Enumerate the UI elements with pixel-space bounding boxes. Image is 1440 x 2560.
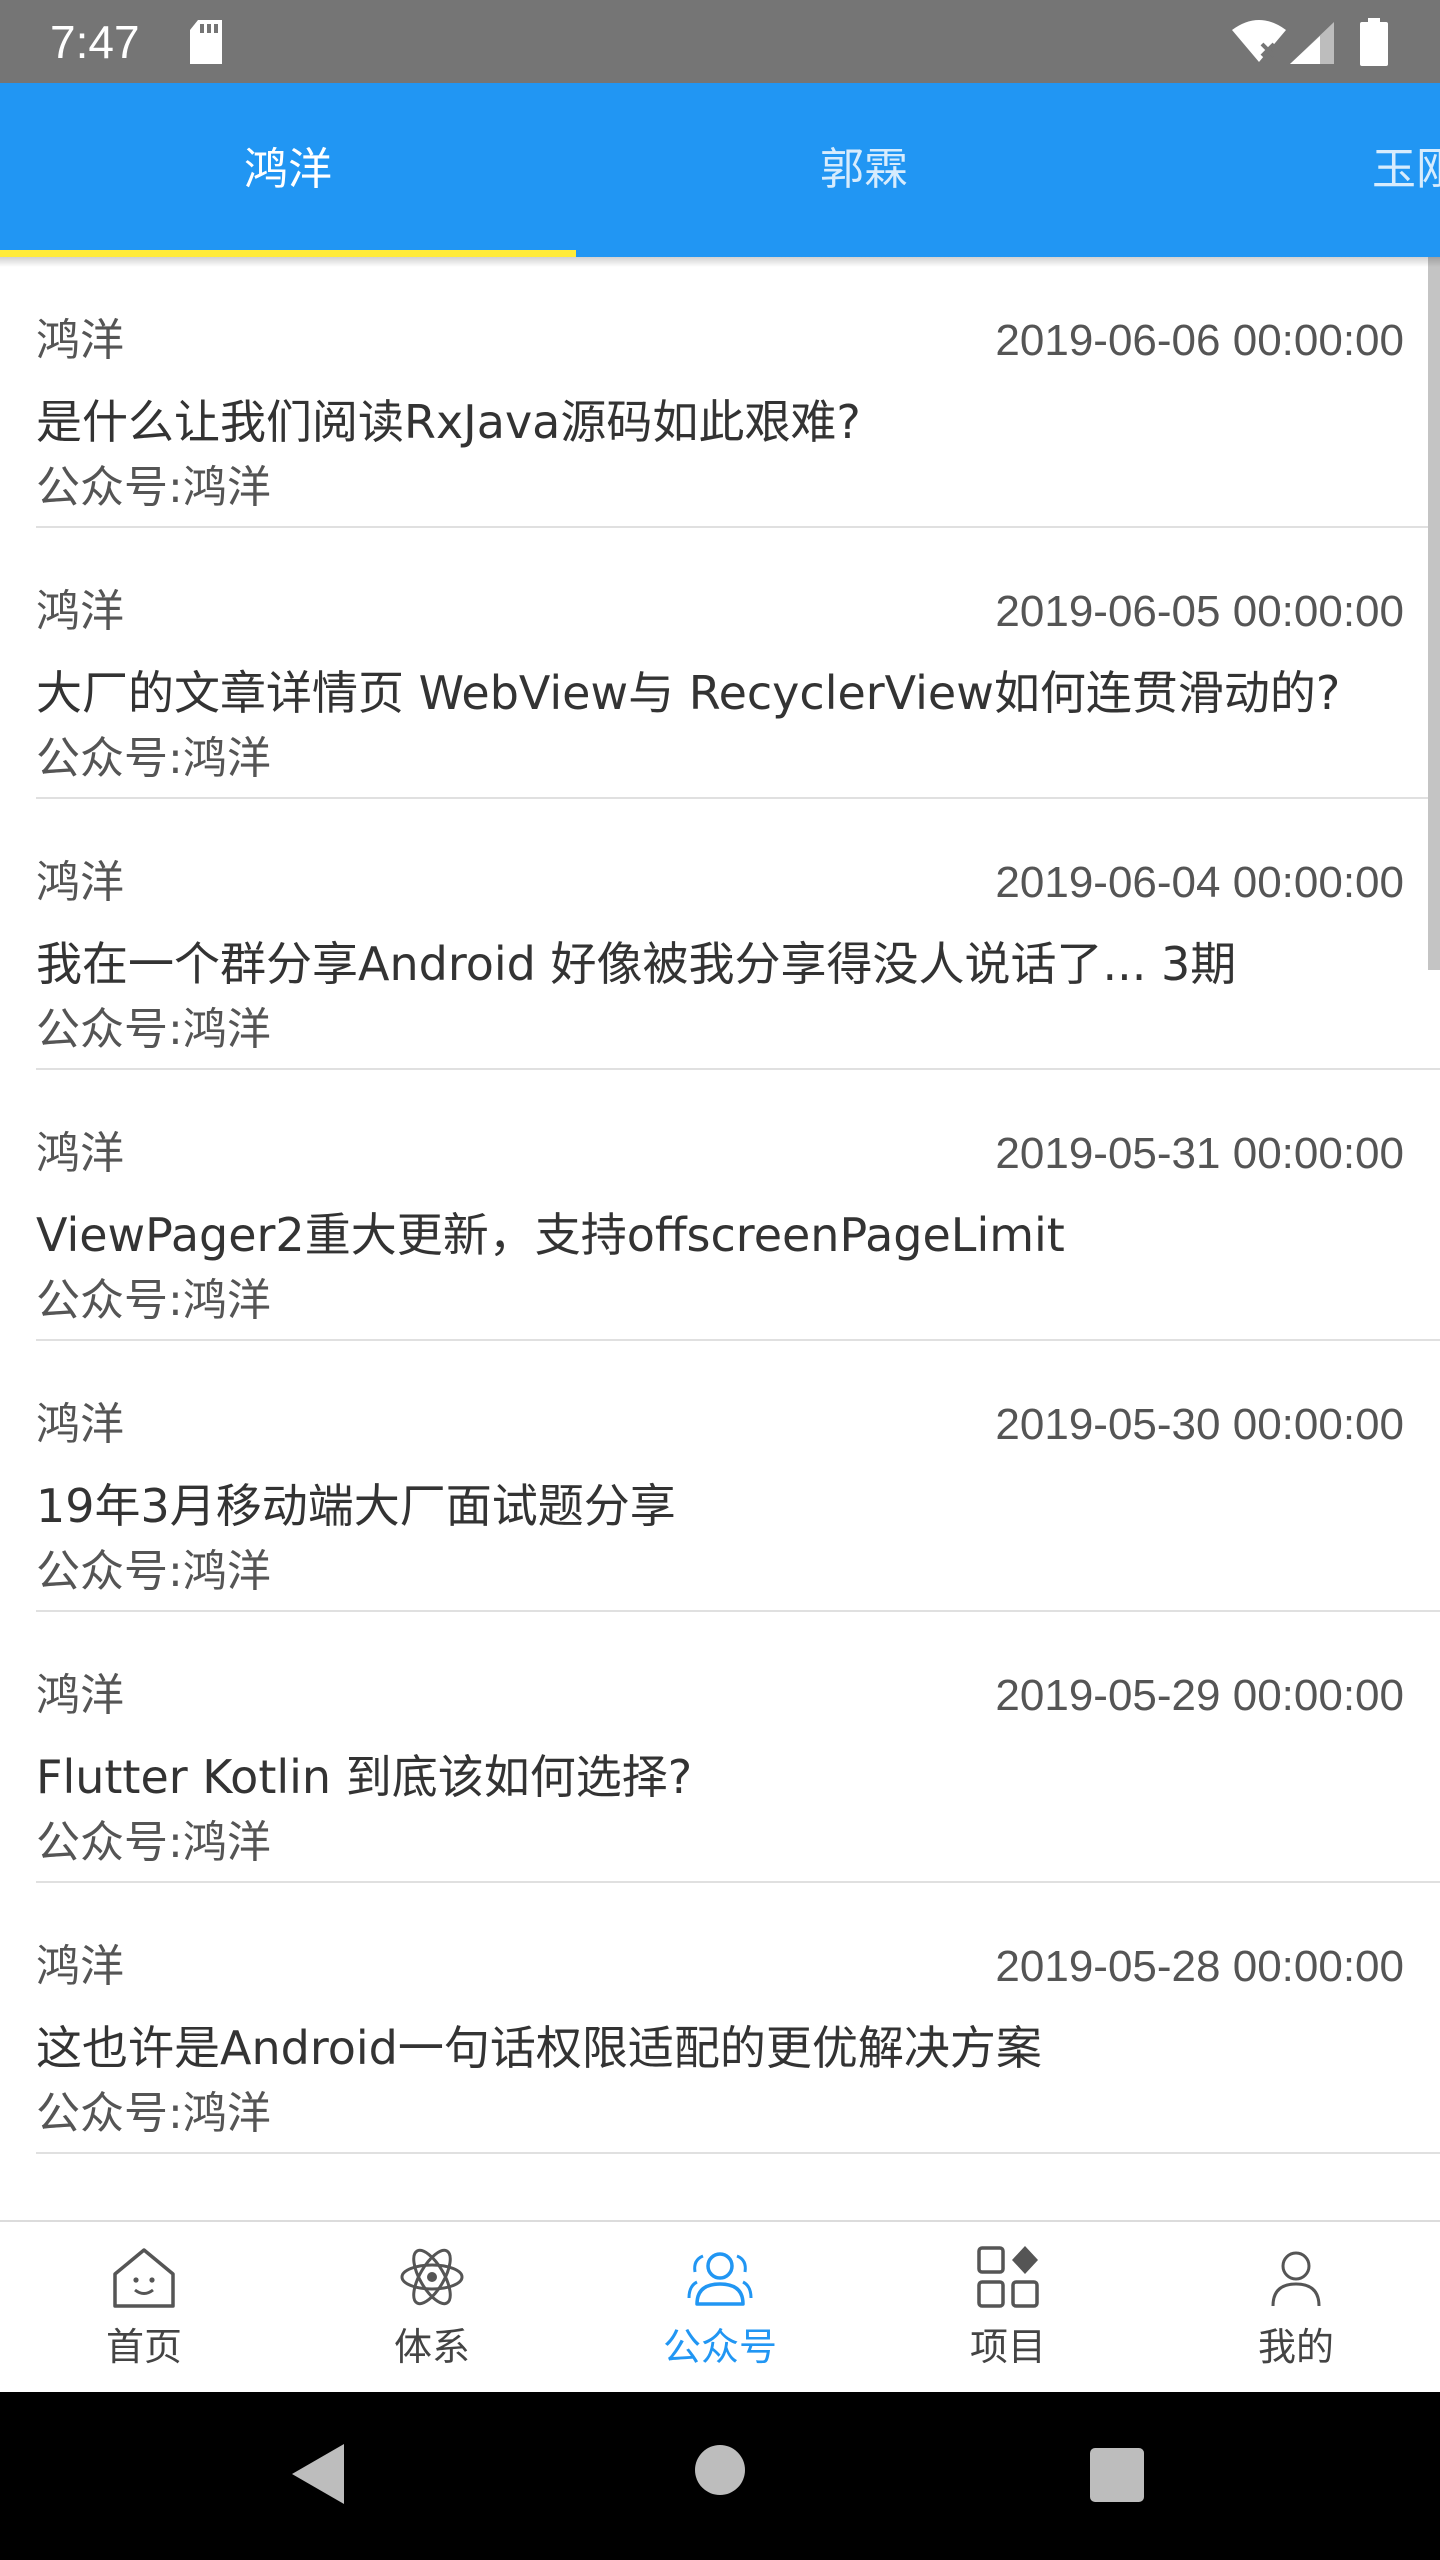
signal-icon (1290, 22, 1334, 64)
status-bar: 7:47 (0, 0, 1440, 83)
account-tab-bar: 鸿洋 郭霖 玉刚 (0, 83, 1440, 257)
article-source: 公众号:鸿洋 (36, 1275, 271, 1326)
article-author: 鸿洋 (36, 1941, 124, 1992)
people-icon (687, 2252, 753, 2306)
toolbar-shadow (0, 257, 1440, 267)
article-title: Flutter Kotlin 到底该如何选择? (36, 1750, 693, 1804)
nav-label: 体系 (393, 2325, 470, 2369)
article-title: 我在一个群分享Android 好像被我分享得没人说话了... 3期 (36, 937, 1237, 991)
article-title: 19年3月移动端大厂面试题分享 (36, 1479, 676, 1533)
article-author: 鸿洋 (36, 315, 124, 366)
list-item[interactable]: 鸿洋 2019-05-31 00:00:00 ViewPager2重大更新，支持… (0, 1070, 1440, 1341)
home-icon (113, 2248, 175, 2308)
atom-icon (400, 2248, 464, 2306)
article-author: 鸿洋 (36, 1399, 124, 1450)
article-title: 是什么让我们阅读RxJava源码如此艰难? (36, 395, 861, 449)
article-source: 公众号:鸿洋 (36, 462, 271, 513)
sd-card-icon (190, 20, 222, 64)
tab-guolin[interactable]: 郭霖 (576, 83, 1152, 257)
status-time: 7:47 (50, 16, 140, 68)
back-icon[interactable] (290, 2442, 346, 2506)
list-item[interactable]: 鸿洋 2019-05-28 00:00:00 这也许是Android一句话权限适… (0, 1883, 1440, 2154)
battery-icon (1360, 18, 1388, 66)
nav-official-accounts[interactable]: 公众号 (576, 2222, 864, 2394)
article-date: 2019-05-31 00:00:00 (995, 1129, 1404, 1178)
nav-label: 项目 (969, 2325, 1046, 2369)
list-item[interactable]: 鸿洋 2019-06-06 00:00:00 是什么让我们阅读RxJava源码如… (0, 257, 1440, 528)
divider (36, 2152, 1440, 2154)
article-list[interactable]: 鸿洋 2019-06-06 00:00:00 是什么让我们阅读RxJava源码如… (0, 257, 1440, 2220)
nav-home[interactable]: 首页 (0, 2222, 288, 2394)
article-source: 公众号:鸿洋 (36, 2088, 271, 2139)
article-source: 公众号:鸿洋 (36, 1546, 271, 1597)
nav-label: 首页 (105, 2325, 182, 2369)
article-source: 公众号:鸿洋 (36, 733, 271, 784)
list-item[interactable]: 鸿洋 2019-06-04 00:00:00 我在一个群分享Android 好像… (0, 799, 1440, 1070)
list-item[interactable]: 鸿洋 2019-05-30 00:00:00 19年3月移动端大厂面试题分享 公… (0, 1341, 1440, 1612)
article-title: ViewPager2重大更新，支持offscreenPageLimit (36, 1208, 1065, 1262)
list-item[interactable]: 鸿洋 2019-05-29 00:00:00 Flutter Kotlin 到底… (0, 1612, 1440, 1883)
home-circle-icon[interactable] (694, 2444, 746, 2496)
tab-indicator (0, 250, 576, 257)
article-date: 2019-05-28 00:00:00 (995, 1942, 1404, 1991)
article-date: 2019-05-30 00:00:00 (995, 1400, 1404, 1449)
system-navigation-bar (0, 2392, 1440, 2560)
tab-yugang[interactable]: 玉刚 (1152, 83, 1440, 257)
nav-projects[interactable]: 项目 (864, 2222, 1152, 2394)
article-author: 鸿洋 (36, 1670, 124, 1721)
article-date: 2019-06-05 00:00:00 (995, 587, 1404, 636)
nav-label: 我的 (1257, 2325, 1334, 2369)
article-title: 大厂的文章详情页 WebView与 RecyclerView如何连贯滑动的? (36, 666, 1341, 720)
list-item[interactable]: 鸿洋 2019-06-05 00:00:00 大厂的文章详情页 WebView与… (0, 528, 1440, 799)
nav-label: 公众号 (662, 2325, 777, 2369)
nav-system[interactable]: 体系 (288, 2222, 576, 2394)
person-icon (1271, 2251, 1321, 2307)
article-author: 鸿洋 (36, 857, 124, 908)
grid-icon (977, 2246, 1039, 2308)
article-source: 公众号:鸿洋 (36, 1004, 271, 1055)
nav-mine[interactable]: 我的 (1152, 2222, 1440, 2394)
article-source: 公众号:鸿洋 (36, 1817, 271, 1868)
recent-apps-icon[interactable] (1090, 2448, 1144, 2502)
wifi-icon (1232, 20, 1286, 62)
bottom-navigation: 首页 体系 公众号 项目 我的 (0, 2220, 1440, 2394)
tab-hongyang[interactable]: 鸿洋 (0, 83, 576, 257)
scrollbar[interactable] (1428, 257, 1440, 970)
article-date: 2019-06-06 00:00:00 (995, 316, 1404, 365)
article-title: 这也许是Android一句话权限适配的更优解决方案 (36, 2021, 1042, 2075)
article-date: 2019-05-29 00:00:00 (995, 1671, 1404, 1720)
article-author: 鸿洋 (36, 1128, 124, 1179)
article-author: 鸿洋 (36, 586, 124, 637)
article-date: 2019-06-04 00:00:00 (995, 858, 1404, 907)
